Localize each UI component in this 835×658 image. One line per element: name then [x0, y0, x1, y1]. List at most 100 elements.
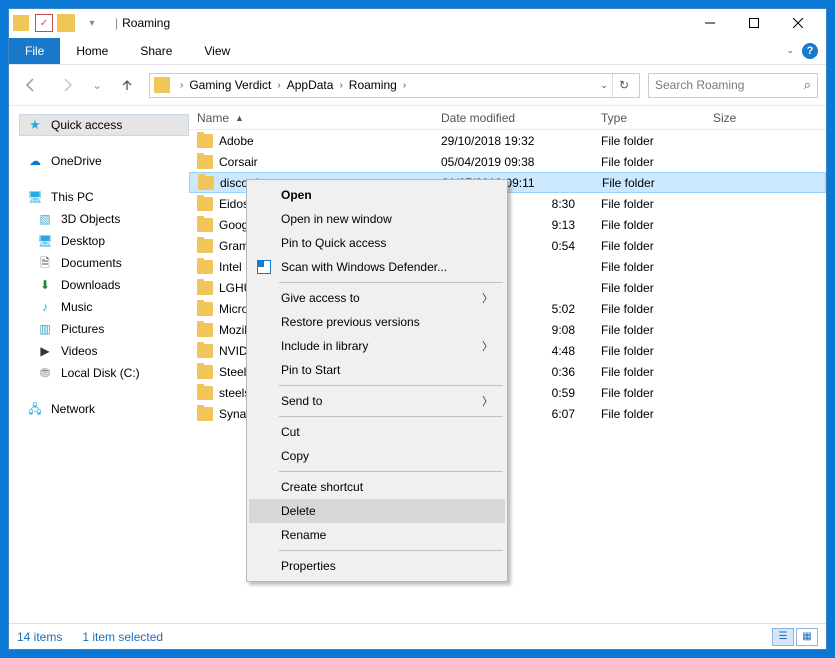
sidebar-item-local-disk[interactable]: ⛃Local Disk (C:) — [19, 362, 189, 384]
sidebar-this-pc[interactable]: 🖥This PC — [19, 186, 189, 208]
minimize-button[interactable] — [688, 9, 732, 37]
file-type: File folder — [593, 218, 705, 232]
context-menu: OpenOpen in new windowPin to Quick acces… — [246, 179, 508, 582]
breadcrumb[interactable]: AppData — [285, 78, 336, 92]
column-headers: Name▲ Date modified Type Size — [189, 106, 826, 130]
chevron-right-icon[interactable]: › — [335, 80, 346, 91]
column-name[interactable]: Name▲ — [189, 106, 433, 129]
qat-newfolder-icon[interactable] — [57, 14, 75, 32]
view-details-button[interactable]: ☰ — [772, 628, 794, 646]
folder-icon — [197, 386, 213, 400]
sidebar-item-documents[interactable]: 🗎Documents — [19, 252, 189, 274]
file-type: File folder — [593, 323, 705, 337]
status-bar: 14 items 1 item selected ☰ ▦ — [9, 623, 826, 649]
menu-item[interactable]: Give access to〉 — [249, 286, 505, 310]
back-button[interactable] — [17, 71, 45, 99]
title-separator: | — [115, 16, 118, 30]
sidebar-item-downloads[interactable]: ⬇Downloads — [19, 274, 189, 296]
file-type: File folder — [593, 365, 705, 379]
folder-icon — [198, 176, 214, 190]
menu-item[interactable]: Delete — [249, 499, 505, 523]
menu-item[interactable]: Pin to Start — [249, 358, 505, 382]
up-button[interactable] — [113, 71, 141, 99]
chevron-right-icon[interactable]: › — [399, 80, 410, 91]
chevron-right-icon: 〉 — [482, 338, 493, 354]
help-icon[interactable]: ? — [802, 43, 818, 59]
qat-overflow-icon[interactable]: ▾ — [83, 14, 101, 32]
folder-view[interactable]: Name▲ Date modified Type Size Adobe29/10… — [189, 106, 826, 623]
menu-item[interactable]: Create shortcut — [249, 475, 505, 499]
breadcrumb[interactable]: Roaming — [347, 78, 399, 92]
ribbon-expand-icon[interactable]: ⌄ — [786, 45, 794, 56]
tab-share[interactable]: Share — [124, 38, 188, 64]
column-date[interactable]: Date modified — [433, 106, 593, 129]
search-input[interactable]: Search Roaming ⌕ — [648, 73, 818, 98]
chevron-right-icon: 〉 — [482, 393, 493, 409]
menu-item[interactable]: Open — [249, 183, 505, 207]
tab-view[interactable]: View — [188, 38, 246, 64]
window-title: Roaming — [122, 16, 170, 30]
recent-locations-icon[interactable]: ⌄ — [89, 71, 105, 99]
menu-item[interactable]: Rename — [249, 523, 505, 547]
address-row: ⌄ › Gaming Verdict › AppData › Roaming ›… — [9, 65, 826, 105]
table-row[interactable]: Adobe29/10/2018 19:32File folder — [189, 130, 826, 151]
onedrive-icon: ☁ — [27, 153, 43, 169]
address-dropdown-icon[interactable]: ⌄ — [596, 80, 612, 91]
address-folder-icon — [154, 77, 170, 93]
pc-icon: 🖥 — [27, 189, 43, 205]
menu-item[interactable]: Properties — [249, 554, 505, 578]
sidebar-quick-access[interactable]: ★Quick access — [19, 114, 189, 136]
qat-properties-icon[interactable]: ✓ — [35, 14, 53, 32]
search-icon[interactable]: ⌕ — [804, 77, 811, 93]
downloads-icon: ⬇ — [37, 277, 53, 293]
file-tab[interactable]: File — [9, 38, 60, 64]
sidebar-network[interactable]: 🖧Network — [19, 398, 189, 420]
menu-item[interactable]: Restore previous versions — [249, 310, 505, 334]
file-type: File folder — [593, 155, 705, 169]
chevron-right-icon[interactable]: › — [176, 80, 187, 91]
refresh-icon[interactable]: ↻ — [612, 74, 635, 97]
sidebar-item-music[interactable]: ♪Music — [19, 296, 189, 318]
menu-label: Rename — [281, 528, 493, 542]
file-type: File folder — [594, 176, 706, 190]
sort-asc-icon: ▲ — [235, 113, 244, 123]
menu-item[interactable]: Pin to Quick access — [249, 231, 505, 255]
sidebar-item-pictures[interactable]: ▥Pictures — [19, 318, 189, 340]
menu-label: Scan with Windows Defender... — [281, 260, 493, 274]
table-row[interactable]: Corsair05/04/2019 09:38File folder — [189, 151, 826, 172]
menu-item[interactable]: Open in new window — [249, 207, 505, 231]
folder-icon — [197, 323, 213, 337]
folder-icon — [197, 407, 213, 421]
close-button[interactable] — [776, 9, 820, 37]
sidebar-item-desktop[interactable]: 🖥Desktop — [19, 230, 189, 252]
menu-item[interactable]: Copy — [249, 444, 505, 468]
forward-button[interactable] — [53, 71, 81, 99]
menu-separator — [279, 550, 503, 551]
menu-item[interactable]: Include in library〉 — [249, 334, 505, 358]
sidebar-item-3d-objects[interactable]: ▧3D Objects — [19, 208, 189, 230]
menu-item[interactable]: Cut — [249, 420, 505, 444]
menu-item[interactable]: Send to〉 — [249, 389, 505, 413]
view-large-icons-button[interactable]: ▦ — [796, 628, 818, 646]
file-type: File folder — [593, 239, 705, 253]
chevron-right-icon: 〉 — [482, 290, 493, 306]
desktop-icon: 🖥 — [37, 233, 53, 249]
menu-label: Cut — [281, 425, 493, 439]
maximize-button[interactable] — [732, 9, 776, 37]
chevron-right-icon[interactable]: › — [273, 80, 284, 91]
sidebar-item-videos[interactable]: ▶Videos — [19, 340, 189, 362]
menu-label: Send to — [281, 394, 482, 408]
column-size[interactable]: Size — [705, 106, 795, 129]
videos-icon: ▶ — [37, 343, 53, 359]
app-folder-icon — [13, 15, 29, 31]
address-bar[interactable]: › Gaming Verdict › AppData › Roaming › ⌄… — [149, 73, 640, 98]
folder-icon — [197, 197, 213, 211]
pictures-icon: ▥ — [37, 321, 53, 337]
folder-icon — [197, 134, 213, 148]
menu-label: Include in library — [281, 339, 482, 353]
menu-item[interactable]: Scan with Windows Defender... — [249, 255, 505, 279]
tab-home[interactable]: Home — [60, 38, 124, 64]
column-type[interactable]: Type — [593, 106, 705, 129]
breadcrumb[interactable]: Gaming Verdict — [187, 78, 273, 92]
sidebar-onedrive[interactable]: ☁OneDrive — [19, 150, 189, 172]
